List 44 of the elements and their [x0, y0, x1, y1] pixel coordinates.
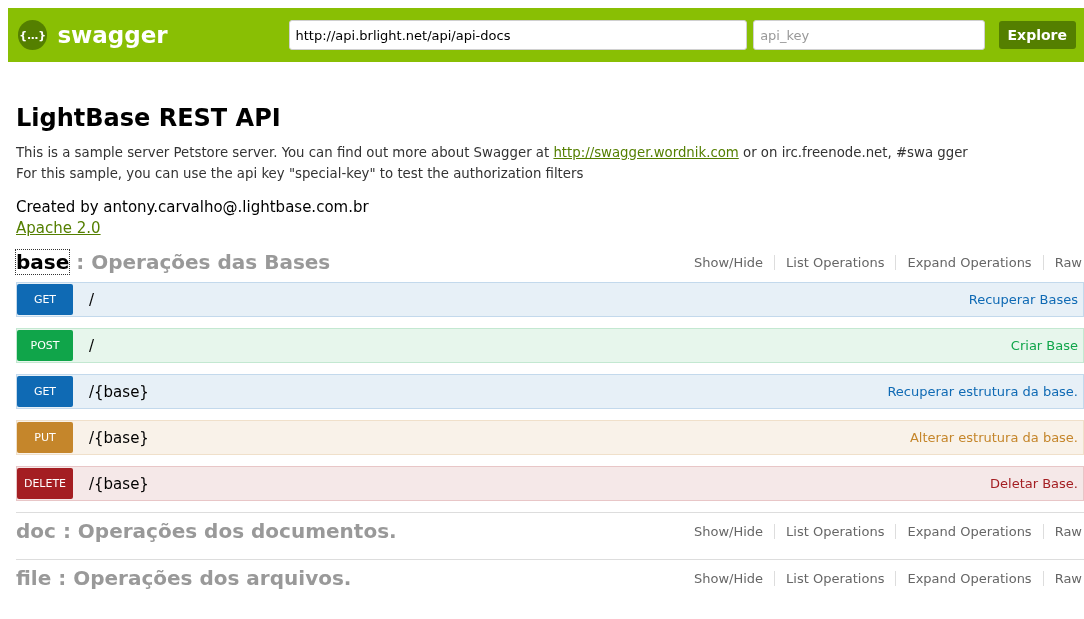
- operation-path: /{base}: [89, 382, 150, 401]
- operation-summary[interactable]: Deletar Base.: [990, 476, 1083, 491]
- description-text: This is a sample server Petstore server. You can find out more about Swagger at http://swagger.wordnik.com or on irc.freenode.net, #swa gger: [16, 144, 969, 162]
- url-field[interactable]: http://api.brlight.net/api/api-docs: [288, 20, 748, 50]
- resource-name[interactable]: base: [16, 250, 70, 274]
- swagger-link[interactable]: http://swagger.wordnik.com: [553, 145, 739, 160]
- operation-path: /: [89, 336, 96, 355]
- resource-description: : Operações das Bases: [75, 250, 331, 274]
- method-label: GET: [17, 284, 73, 315]
- method-label: PUT: [17, 422, 73, 453]
- operation-summary[interactable]: Recuperar Bases: [968, 292, 1083, 307]
- resource-link[interactable]: List Operations: [774, 570, 896, 586]
- resource-description: : Operações dos documentos.: [61, 519, 397, 543]
- operation-row[interactable]: DELETE /{base} Deletar Base.: [16, 466, 1084, 501]
- operation-row[interactable]: PUT /{base} Alterar estrutura da base.: [16, 420, 1084, 455]
- resource-link[interactable]: Show/Hide: [683, 523, 775, 539]
- resource-link[interactable]: Expand Operations: [895, 523, 1043, 539]
- api-title: LightBase REST API: [16, 104, 282, 132]
- operation-summary[interactable]: Recuperar estrutura da base.: [887, 384, 1083, 399]
- operation-path: /{base}: [89, 428, 150, 447]
- method-label: POST: [17, 330, 73, 361]
- resource-link[interactable]: Expand Operations: [895, 570, 1043, 586]
- operation-row[interactable]: POST / Criar Base: [16, 328, 1084, 363]
- logo-icon: {…}: [18, 20, 48, 50]
- operation-row[interactable]: GET / Recuperar Bases: [16, 282, 1084, 317]
- operation-row[interactable]: GET /{base} Recuperar estrutura da base.: [16, 374, 1084, 409]
- resource-link[interactable]: Show/Hide: [683, 570, 775, 586]
- resource-link[interactable]: Raw: [1042, 254, 1084, 270]
- description-text: For this sample, you can use the api key "special-key" to test the authorization filters: [16, 165, 585, 183]
- resource-link[interactable]: Show/Hide: [683, 254, 775, 270]
- resource-link[interactable]: Raw: [1042, 523, 1084, 539]
- license-link[interactable]: Apache 2.0: [16, 218, 1084, 238]
- operation-path: /{base}: [89, 474, 150, 493]
- resource-description: : Operações dos arquivos.: [57, 566, 352, 590]
- explore-button[interactable]: Explore: [998, 21, 1076, 49]
- resource-link[interactable]: List Operations: [774, 254, 896, 270]
- method-label: GET: [17, 376, 73, 407]
- resource-link[interactable]: Expand Operations: [895, 254, 1043, 270]
- contact-text: Created by antony.carvalho@.lightbase.com.br: [16, 197, 370, 218]
- resource-link[interactable]: Raw: [1042, 570, 1084, 586]
- operation-path: /: [89, 290, 96, 309]
- api-key-field[interactable]: api_key: [753, 20, 985, 50]
- resource-link[interactable]: List Operations: [774, 523, 896, 539]
- method-label: DELETE: [17, 468, 73, 499]
